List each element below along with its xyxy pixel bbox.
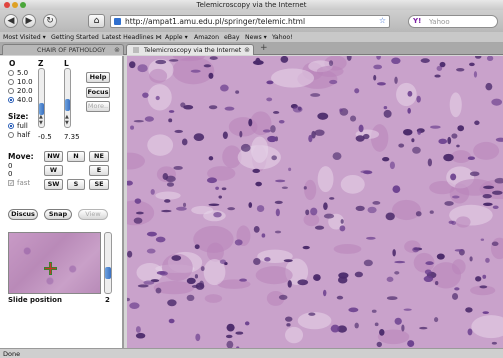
objective-radio-20[interactable] [8,88,14,94]
url-text: http://ampat1.amu.edu.pl/springer/telemi… [125,17,306,26]
zoom-window-icon[interactable] [20,2,26,8]
bookmark-latest-headlines[interactable]: Latest Headlines ⋈ [102,32,162,43]
move-n-button[interactable]: N [67,151,85,162]
move-sw-button[interactable]: SW [44,179,63,190]
bookmark-amazon[interactable]: Amazon [194,32,219,43]
tab-telemicroscopy[interactable]: Telemicroscopy via the Internet ⊗ [126,44,254,55]
tab-chair-of-pathology[interactable]: CHAIR OF PATHOLOGY ⊗ [2,44,124,55]
objective-header: O [9,59,16,68]
more-button[interactable]: More.. [86,101,110,112]
move-nw-button[interactable]: NW [44,151,63,162]
snap-button[interactable]: Snap [44,209,72,220]
position-crosshair-icon[interactable] [44,262,57,275]
slide-position-label: Slide position [8,296,62,304]
control-panel: O Z L 5.0 10.0 20.0 40.0 ▲ ▼ -0.5 ▲ ▼ 7.… [0,56,124,348]
down-arrow-icon[interactable]: ▼ [65,120,69,126]
bookmark-ebay[interactable]: eBay [224,32,240,43]
status-bar: Done [0,348,503,358]
move-se-button[interactable]: SE [89,179,109,190]
tab-label: Telemicroscopy via the Internet [143,47,242,54]
yahoo-engine-icon[interactable]: Y! [413,17,421,25]
fast-label: fast [17,179,31,187]
forward-arrow-icon: ▶ [25,16,33,26]
microscope-image-viewer[interactable] [127,56,503,348]
move-w-button[interactable]: W [44,165,63,176]
objective-label: 20.0 [17,87,33,95]
move-ne-button[interactable]: NE [89,151,109,162]
move-header: Move: [8,152,34,161]
light-header: L [64,59,69,68]
objective-radio-10[interactable] [8,79,14,85]
objective-radio-5[interactable] [8,70,14,76]
bookmarks-bar: Most Visited ▾ Getting Started Latest He… [0,32,503,43]
size-half-radio[interactable] [8,132,14,138]
tab-strip: CHAIR OF PATHOLOGY ⊗ Telemicroscopy via … [0,43,503,55]
bookmark-getting-started[interactable]: Getting Started [51,32,99,43]
search-bar[interactable]: Y! Yahoo [408,15,498,28]
back-arrow-icon: ◀ [7,16,15,26]
objective-label: 10.0 [17,78,33,86]
new-tab-icon[interactable]: + [260,43,268,53]
home-button[interactable]: ⌂ [88,14,105,28]
navigation-toolbar: ◀ ▶ ↻ ⌂ http://ampat1.amu.edu.pl/springe… [0,10,503,32]
move-e-button[interactable]: E [89,165,109,176]
bookmark-star-icon[interactable]: ☆ [379,16,386,25]
size-header: Size: [8,112,29,121]
tissue-micrograph [127,56,503,348]
search-placeholder: Yahoo [429,17,450,26]
close-tab-icon[interactable]: ⊗ [114,45,120,56]
minimize-window-icon[interactable] [12,2,18,8]
slide-number: 2 [105,296,110,304]
down-arrow-icon[interactable]: ▼ [39,120,43,126]
light-value: 7.35 [64,133,80,141]
move-x-value: 0 [8,162,13,170]
slide-scrollbar[interactable] [104,232,112,294]
size-full-label: full [17,122,28,130]
focus-button[interactable]: Focus [86,87,110,98]
zoom-value: -0.5 [38,133,52,141]
objective-radio-40[interactable] [8,97,14,103]
window-titlebar: Telemicroscopy via the Internet [0,0,503,10]
objective-label: 5.0 [17,69,29,77]
page-favicon-icon [114,18,121,25]
bookmark-news[interactable]: News ▾ [245,32,267,43]
close-tab-icon[interactable]: ⊗ [244,45,250,56]
discus-button[interactable]: Discus [8,209,38,220]
help-button[interactable]: Help [86,72,110,83]
objective-label: 40.0 [17,96,33,104]
bookmark-apple[interactable]: Apple ▾ [165,32,188,43]
url-bar[interactable]: http://ampat1.amu.edu.pl/springer/telemi… [110,15,390,28]
size-full-radio[interactable] [8,123,14,129]
home-icon: ⌂ [93,16,100,26]
tab-label: CHAIR OF PATHOLOGY [37,47,106,54]
back-button[interactable]: ◀ [4,14,18,28]
zoom-header: Z [38,59,44,68]
reload-button[interactable]: ↻ [43,14,57,28]
window-title: Telemicroscopy via the Internet [196,1,307,9]
page-favicon-icon [133,47,139,53]
size-half-label: half [17,131,31,139]
close-window-icon[interactable] [4,2,10,8]
bookmark-most-visited[interactable]: Most Visited ▾ [3,32,46,43]
reload-icon: ↻ [46,16,54,26]
move-s-button[interactable]: S [67,179,85,190]
forward-button[interactable]: ▶ [22,14,36,28]
move-y-value: 0 [8,170,13,178]
bookmark-yahoo[interactable]: Yahoo! [272,32,293,43]
fast-checkbox[interactable]: ✓ [8,180,14,187]
view-button[interactable]: View [78,209,108,220]
status-text: Done [3,350,21,358]
light-slider-thumb[interactable] [65,99,70,111]
slide-scrollbar-thumb[interactable] [105,267,111,279]
